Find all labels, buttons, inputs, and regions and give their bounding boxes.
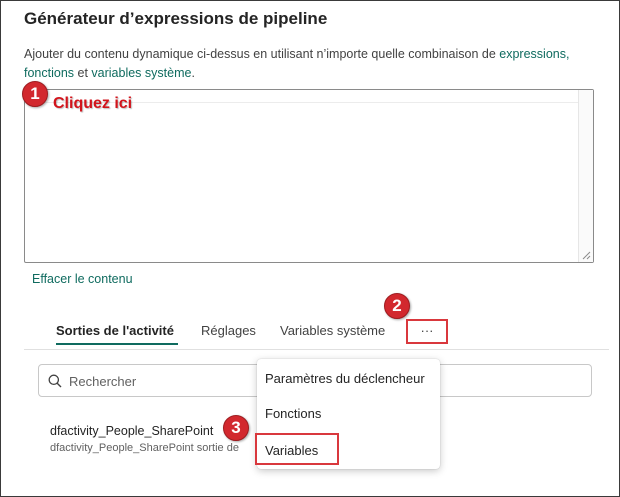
- editor-scrollbar[interactable]: [578, 90, 593, 262]
- resize-grip-icon[interactable]: [582, 251, 591, 260]
- expressions-link[interactable]: expressions,: [499, 47, 569, 61]
- search-input[interactable]: [69, 371, 269, 391]
- expression-editor[interactable]: [24, 89, 594, 263]
- menu-item-trigger-parameters[interactable]: Paramètres du déclencheur: [265, 371, 425, 386]
- activity-name: dfactivity_People_SharePoint: [50, 424, 214, 438]
- active-tab-indicator: [56, 343, 178, 345]
- functions-link[interactable]: fonctions: [24, 66, 74, 80]
- description-suffix: .: [191, 66, 195, 80]
- system-variables-link[interactable]: variables système: [91, 66, 191, 80]
- step-3-callout: 3: [223, 415, 249, 441]
- expression-builder-dialog: Générateur d’expressions de pipeline Ajo…: [0, 0, 620, 497]
- activity-output-item[interactable]: dfactivity_People_SharePoint dfactivity_…: [50, 424, 239, 454]
- tab-activity-outputs[interactable]: Sorties de l'activité: [56, 323, 174, 338]
- dialog-description: Ajouter du contenu dynamique ci-dessus e…: [24, 45, 604, 83]
- step-2-callout: 2: [384, 293, 410, 319]
- tab-system-variables[interactable]: Variables système: [280, 323, 385, 338]
- clear-content-link[interactable]: Effacer le contenu: [32, 272, 133, 286]
- tab-settings[interactable]: Réglages: [201, 323, 256, 338]
- more-tabs-button[interactable]: ···: [406, 319, 448, 344]
- dialog-title: Générateur d’expressions de pipeline: [24, 9, 328, 28]
- variables-highlight-box: [255, 433, 339, 465]
- description-and: et: [74, 66, 92, 80]
- step-1-callout: 1: [22, 81, 48, 107]
- activity-subtitle: dfactivity_People_SharePoint sortie de: [50, 442, 239, 454]
- menu-item-functions[interactable]: Fonctions: [265, 406, 321, 421]
- tab-bar: Sorties de l'activité Réglages Variables…: [24, 317, 609, 350]
- description-text: Ajouter du contenu dynamique ci-dessus e…: [24, 47, 500, 61]
- search-icon: [48, 374, 62, 388]
- click-here-annotation: Cliquez ici: [53, 95, 133, 112]
